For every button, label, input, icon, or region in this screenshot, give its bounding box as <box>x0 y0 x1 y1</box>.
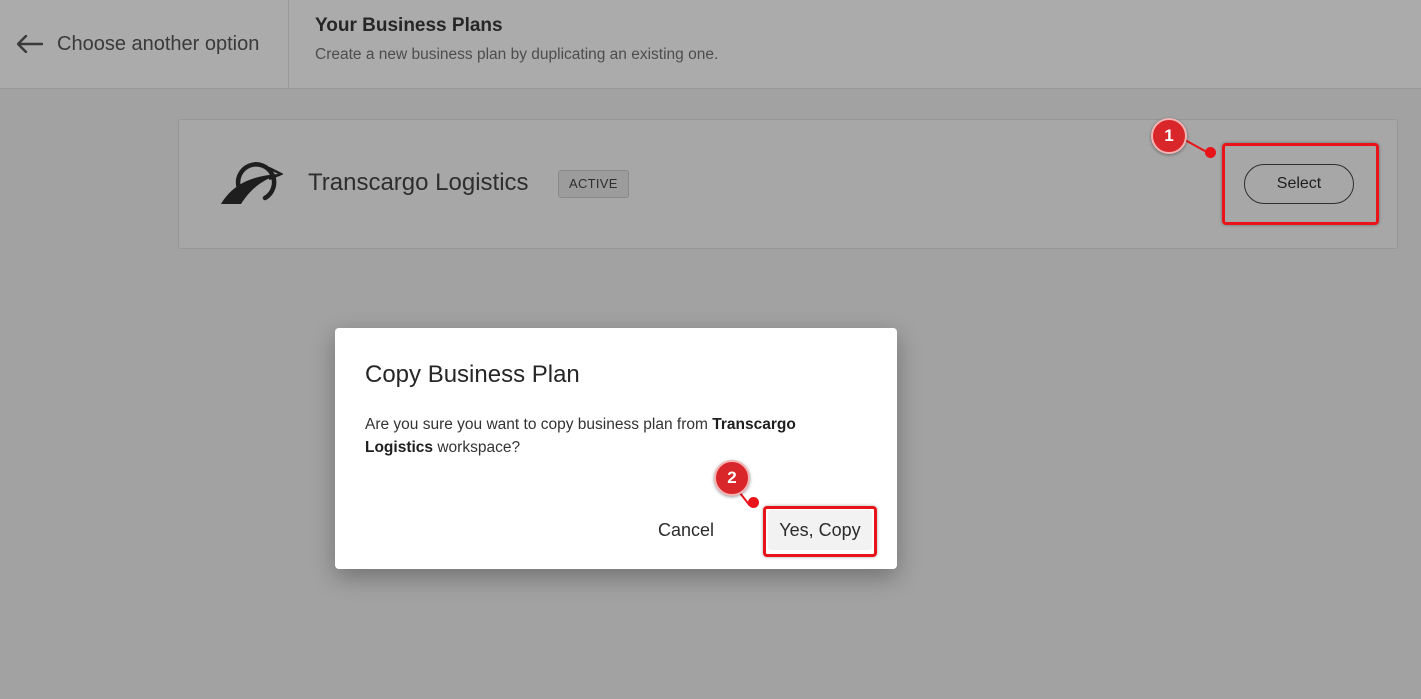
annotation-marker-1: 1 <box>1151 118 1187 154</box>
dialog-message-prefix: Are you sure you want to copy business p… <box>365 416 713 433</box>
workspace-card: Transcargo Logistics ACTIVE Select <box>178 119 1398 249</box>
dialog-title: Copy Business Plan <box>365 361 580 388</box>
dialog-message-suffix: workspace? <box>433 439 521 456</box>
arrow-left-icon <box>17 35 43 53</box>
page: Choose another option Your Business Plan… <box>0 0 1421 699</box>
header-text: Your Business Plans Create a new busines… <box>315 15 718 64</box>
annotation-marker-2: 2 <box>714 460 750 496</box>
annotation-pin-2 <box>748 497 759 508</box>
back-button[interactable]: Choose another option <box>0 0 289 88</box>
header: Choose another option Your Business Plan… <box>0 0 1421 89</box>
highlight-box-select <box>1222 143 1379 225</box>
page-subtitle: Create a new business plan by duplicatin… <box>315 46 719 63</box>
workspace-name: Transcargo Logistics <box>308 169 529 196</box>
back-label: Choose another option <box>57 32 260 55</box>
dialog-message: Are you sure you want to copy business p… <box>365 413 845 459</box>
cancel-button[interactable]: Cancel <box>640 512 732 548</box>
page-title: Your Business Plans <box>315 15 503 36</box>
workspace-logo-icon <box>221 162 283 204</box>
highlight-box-confirm <box>763 506 877 557</box>
annotation-pin-1 <box>1205 147 1216 158</box>
status-badge: ACTIVE <box>558 170 629 198</box>
